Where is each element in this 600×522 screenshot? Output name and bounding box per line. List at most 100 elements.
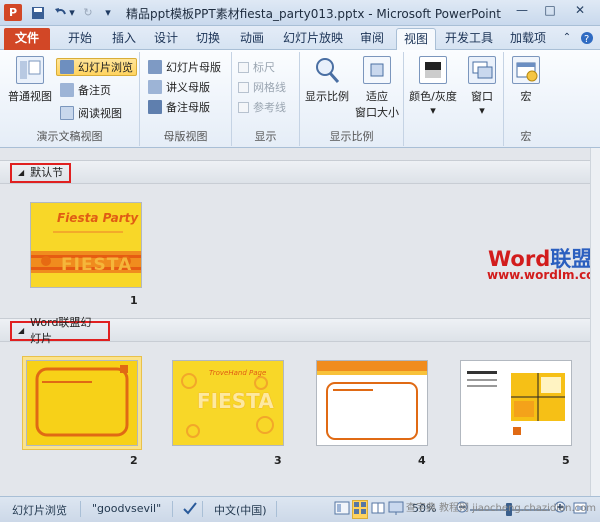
slide-sorter-button[interactable]: 幻灯片浏览: [56, 58, 137, 76]
window-label: 窗口: [471, 90, 493, 103]
tab-review[interactable]: 审阅: [352, 28, 392, 50]
ribbon-tabs: 文件 开始 插入 设计 切换 动画 幻灯片放映 审阅 视图 开发工具 加载项 ⌃…: [0, 26, 600, 50]
tab-addins[interactable]: 加载项: [504, 28, 552, 50]
tab-transitions[interactable]: 切换: [188, 28, 228, 50]
zoom-button[interactable]: 显示比例: [302, 56, 352, 104]
view-sorter-icon[interactable]: [352, 500, 368, 519]
notes-master-button[interactable]: 备注母版: [148, 98, 210, 116]
svg-text:?: ?: [584, 34, 589, 45]
reading-view-button[interactable]: 阅读视图: [60, 104, 122, 122]
undo-dropdown-icon[interactable]: ▾: [68, 4, 76, 21]
group-label-presentation-views: 演示文稿视图: [36, 130, 103, 143]
group-label-zoom: 显示比例: [329, 130, 374, 143]
maximize-button[interactable]: □: [536, 0, 564, 20]
gridlines-check-icon: [238, 81, 249, 93]
handout-master-button[interactable]: 讲义母版: [148, 78, 210, 96]
minimize-button[interactable]: —: [508, 0, 536, 20]
slide-thumbnail-5[interactable]: [460, 360, 572, 446]
group-master-views: 幻灯片母版 讲义母版 备注母版 母版视图: [140, 52, 232, 146]
section-header-default[interactable]: ◢ 默认节: [0, 160, 590, 184]
group-presentation-views: 普通视图 幻灯片浏览 备注页 阅读视图 演示文稿视图: [0, 52, 140, 146]
color-grayscale-icon: [419, 56, 447, 84]
reading-view-icon: [60, 106, 74, 120]
section-header-word-league[interactable]: ◢ Word联盟幻灯片: [0, 316, 590, 345]
slide-number-3: 3: [274, 454, 282, 467]
slide-master-icon: [148, 60, 162, 74]
slide-master-button[interactable]: 幻灯片母版: [148, 58, 221, 76]
powerpoint-app-icon[interactable]: P: [4, 4, 22, 21]
normal-view-label: 普通视图: [8, 90, 52, 103]
help-icon[interactable]: ⌃: [560, 28, 574, 50]
slide1-title-art: Fiesta Party: [57, 211, 139, 225]
status-separator: [172, 501, 173, 517]
help-question-icon[interactable]: ?: [578, 28, 596, 50]
tab-design[interactable]: 设计: [146, 28, 186, 50]
fit-label-1: 适应: [366, 90, 388, 103]
notes-page-button[interactable]: 备注页: [60, 81, 111, 99]
notes-master-icon: [148, 100, 162, 114]
status-theme-name[interactable]: "goodvsevil": [92, 502, 161, 515]
tab-developer[interactable]: 开发工具: [440, 28, 498, 50]
word-league-url: www.wordlm.com: [487, 268, 600, 282]
collapse-triangle-icon[interactable]: ◢: [18, 165, 24, 181]
status-bar: 幻灯片浏览 "goodvsevil" 中文(中国) 50% 查字典 教程网 ji…: [0, 496, 600, 522]
view-reading-icon[interactable]: [370, 500, 386, 519]
color-grayscale-button[interactable]: 颜色/灰度 ▾: [406, 56, 460, 117]
tab-insert[interactable]: 插入: [104, 28, 144, 50]
status-view-name: 幻灯片浏览: [12, 504, 67, 517]
redo-icon[interactable]: ↻: [80, 4, 96, 21]
handout-master-label: 讲义母版: [166, 81, 210, 94]
section-title-default[interactable]: ◢ 默认节: [10, 163, 72, 183]
fit-window-icon: [363, 56, 391, 84]
slide-number-4: 4: [418, 454, 426, 467]
group-show: 标尺 网格线 参考线 显示: [232, 52, 300, 146]
customize-toolbar-icon[interactable]: ▾: [100, 4, 116, 21]
slide-thumbnail-4[interactable]: [316, 360, 428, 446]
fit-to-window-button[interactable]: 适应 窗口大小: [352, 56, 402, 120]
group-label-show: 显示: [254, 130, 277, 143]
normal-view-button[interactable]: 普通视图: [6, 56, 54, 104]
group-macros: 宏 宏: [504, 52, 548, 146]
ribbon-view: 普通视图 幻灯片浏览 备注页 阅读视图 演示文稿视图 幻灯片母版 讲义母版 备注…: [0, 50, 600, 148]
view-slideshow-icon[interactable]: [388, 500, 404, 519]
slide3-word-art: FIESTA: [197, 389, 274, 413]
ruler-checkbox[interactable]: 标尺: [238, 58, 275, 76]
site-watermark: 查字典 教程网 jiaocheng.chazidian.com: [405, 503, 596, 514]
color-dropdown-icon: ▾: [430, 104, 436, 117]
status-language[interactable]: 中文(中国): [214, 502, 267, 518]
guides-checkbox[interactable]: 参考线: [238, 98, 286, 116]
section-title-word-league[interactable]: ◢ Word联盟幻灯片: [10, 316, 110, 345]
slide-thumbnail-3[interactable]: TroveHand Page FIESTA: [172, 360, 284, 446]
vertical-scrollbar[interactable]: [590, 148, 600, 496]
magnifier-icon: [313, 56, 341, 84]
notes-page-label: 备注页: [78, 84, 111, 97]
ruler-label: 标尺: [253, 61, 275, 74]
gridlines-checkbox[interactable]: 网格线: [238, 78, 286, 96]
guides-check-icon: [238, 101, 249, 113]
tab-home[interactable]: 开始: [58, 28, 102, 50]
tab-animations[interactable]: 动画: [230, 28, 274, 50]
collapse-triangle-icon[interactable]: ◢: [18, 323, 24, 339]
group-label-master-views: 母版视图: [163, 130, 208, 143]
macros-button[interactable]: 宏: [506, 56, 546, 104]
save-icon[interactable]: [30, 4, 46, 21]
slide-thumbnail-2[interactable]: [26, 360, 138, 446]
slide-thumbnail-1[interactable]: Fiesta Party FIESTA: [30, 202, 142, 288]
tab-slideshow[interactable]: 幻灯片放映: [278, 28, 348, 50]
fit-label-2: 窗口大小: [355, 106, 399, 119]
view-normal-icon[interactable]: [334, 500, 350, 519]
slide1-word-art: FIESTA: [61, 255, 133, 275]
close-button[interactable]: ✕: [566, 0, 594, 20]
spellcheck-icon[interactable]: [182, 501, 198, 518]
tab-file[interactable]: 文件: [4, 28, 50, 50]
tab-view[interactable]: 视图: [396, 28, 436, 50]
undo-icon[interactable]: [52, 4, 68, 21]
slide-sorter-label: 幻灯片浏览: [78, 61, 133, 74]
window-dropdown-icon: ▾: [479, 104, 485, 117]
group-color-window: 颜色/灰度 ▾ 窗口 ▾: [404, 52, 504, 146]
group-zoom: 显示比例 适应 窗口大小 显示比例: [300, 52, 404, 146]
window-icon: [468, 56, 496, 84]
window-button[interactable]: 窗口 ▾: [462, 56, 502, 117]
status-separator: [80, 501, 81, 517]
status-separator: [202, 501, 203, 517]
